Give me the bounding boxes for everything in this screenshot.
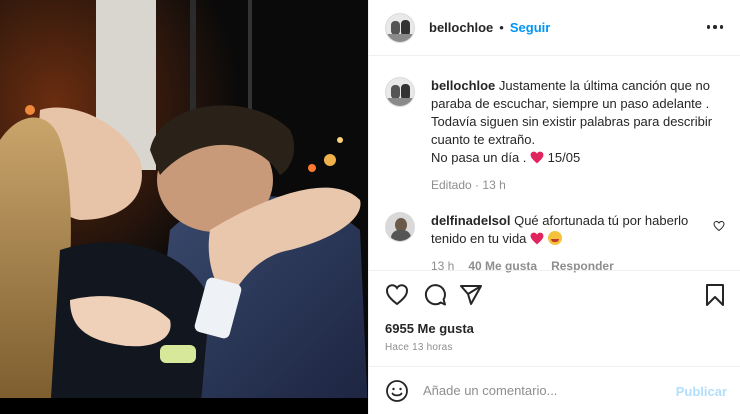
red-heart-emoji-icon: [530, 232, 544, 245]
caption-text-2: No pasa un día .: [431, 150, 527, 165]
likes-count[interactable]: 6955 Me gusta: [385, 321, 474, 336]
post-time[interactable]: Hace 13 horas: [385, 342, 453, 353]
post-panel: bellochloe • Seguir bellochloe Justament…: [368, 0, 740, 414]
author-avatar[interactable]: [385, 12, 415, 43]
separator-dot: •: [499, 20, 504, 35]
emoji-icon[interactable]: [385, 379, 409, 403]
comment-icon[interactable]: [423, 283, 447, 307]
edited-time[interactable]: 13 h: [482, 178, 505, 192]
add-comment-bar: Publicar: [369, 366, 740, 414]
comment-input[interactable]: [423, 383, 663, 398]
caption-date: 15/05: [547, 150, 581, 165]
publish-button[interactable]: Publicar: [676, 384, 727, 399]
share-icon[interactable]: [459, 283, 483, 307]
comment-likes[interactable]: 40 Me gusta: [468, 257, 537, 275]
actions-divider: [369, 270, 740, 271]
comment-heart-icon[interactable]: [713, 220, 725, 232]
caption: bellochloe Justamente la última canción …: [385, 77, 725, 194]
bookmark-icon[interactable]: [705, 283, 725, 307]
post-header: bellochloe • Seguir: [369, 0, 740, 56]
photo-bottom-bar: [0, 398, 368, 414]
follow-button[interactable]: Seguir: [510, 20, 550, 35]
more-icon[interactable]: [707, 20, 723, 34]
crying-face-emoji-icon: [547, 231, 562, 245]
action-bar: [385, 283, 725, 309]
comments-section: bellochloe Justamente la última canción …: [369, 57, 740, 273]
edited-label: Editado: [431, 178, 472, 192]
caption-avatar[interactable]: [385, 77, 415, 107]
author-username[interactable]: bellochloe: [429, 20, 493, 35]
heart-icon[interactable]: [385, 283, 409, 307]
red-heart-emoji-icon: [530, 151, 544, 164]
commenter-avatar[interactable]: [385, 212, 415, 242]
commenter-username[interactable]: delfinadelsol: [431, 213, 510, 228]
post-photo[interactable]: [0, 0, 368, 414]
reply-button[interactable]: Responder: [551, 257, 614, 275]
comment-time[interactable]: 13 h: [431, 257, 454, 275]
photo-image: [0, 0, 368, 414]
comment-row: delfinadelsol Qué afortunada tú por habe…: [385, 212, 725, 275]
caption-username[interactable]: bellochloe: [431, 78, 495, 93]
